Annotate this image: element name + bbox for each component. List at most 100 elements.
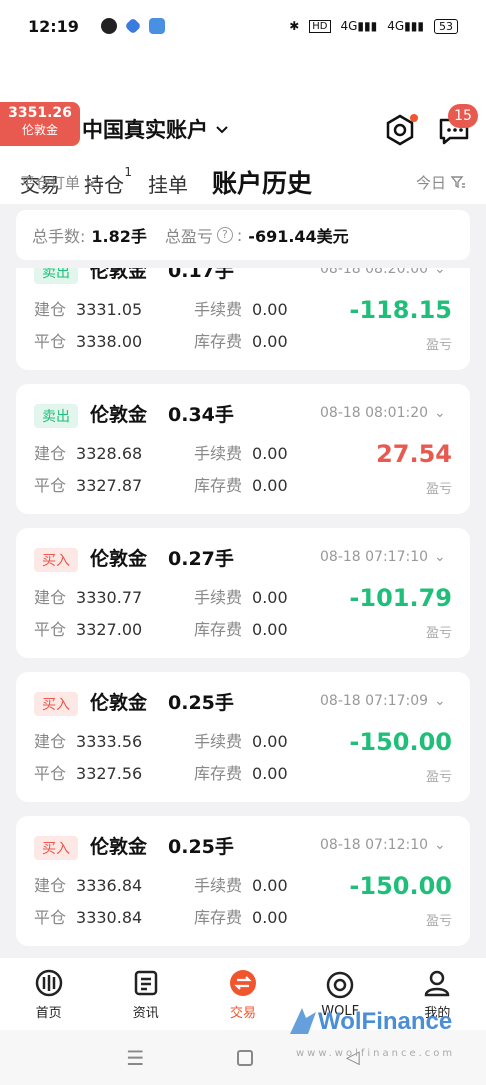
open-label: 建仓 bbox=[34, 444, 67, 463]
side-tag: 卖出 bbox=[34, 404, 78, 428]
order-symbol: 伦敦金 bbox=[90, 836, 148, 858]
commission-row: 手续费 0.00 bbox=[194, 728, 288, 752]
order-pnl: 27.54 bbox=[376, 440, 452, 468]
order-lots: 0.34手 bbox=[168, 404, 234, 426]
swap-row: 库存费 0.00 bbox=[194, 760, 288, 784]
order-card[interactable]: 买入 伦敦金 0.25手 08-18 07:17:09 ⌄ 建仓 3333.56 平… bbox=[16, 672, 470, 802]
order-time-toggle[interactable]: 08-18 07:12:10 ⌄ bbox=[320, 837, 446, 853]
app-icon bbox=[148, 18, 165, 34]
order-symbol: 伦敦金 bbox=[90, 404, 148, 426]
open-price: 3331.05 bbox=[76, 300, 143, 319]
open-label: 建仓 bbox=[34, 300, 67, 319]
home-icon bbox=[35, 969, 62, 996]
order-lots: 0.25手 bbox=[168, 692, 234, 714]
order-type-label: 平仓订单 bbox=[20, 173, 81, 192]
swap-value: 0.00 bbox=[252, 908, 288, 927]
swap-row: 库存费 0.00 bbox=[194, 904, 288, 928]
nav-home[interactable]: 首页 bbox=[0, 958, 97, 1030]
nav-label: 我的 bbox=[424, 1005, 451, 1021]
swap-label: 库存费 bbox=[194, 476, 243, 495]
wolf-icon bbox=[326, 971, 354, 998]
close-price-row: 平仓 3327.00 bbox=[34, 616, 142, 640]
open-price-row: 建仓 3333.56 bbox=[34, 728, 142, 752]
chevron-down-icon: ⌄ bbox=[434, 549, 446, 565]
side-tag: 买入 bbox=[34, 836, 78, 860]
side-tag: 买入 bbox=[34, 692, 78, 716]
order-card[interactable]: 卖出 伦敦金 0.17手 08-18 08:20:00 ⌄ 建仓 3331.05 平… bbox=[16, 268, 470, 370]
order-card[interactable]: 买入 伦敦金 0.27手 08-18 07:17:10 ⌄ 建仓 3330.77 平… bbox=[16, 528, 470, 658]
order-time-toggle[interactable]: 08-18 08:20:00 ⌄ bbox=[320, 268, 446, 277]
open-label: 建仓 bbox=[34, 732, 67, 751]
order-pnl: -150.00 bbox=[349, 872, 452, 900]
close-price: 3330.84 bbox=[76, 908, 143, 927]
close-label: 平仓 bbox=[34, 332, 67, 351]
home-square-icon[interactable] bbox=[237, 1049, 254, 1066]
swap-label: 库存费 bbox=[194, 764, 243, 783]
order-symbol: 伦敦金 bbox=[90, 268, 148, 282]
order-card[interactable]: 买入 伦敦金 0.25手 08-18 07:12:10 ⌄ 建仓 3336.84 平… bbox=[16, 816, 470, 946]
app-icon bbox=[124, 17, 142, 35]
status-app-icons bbox=[100, 17, 165, 35]
nav-trade[interactable]: 交易 bbox=[194, 958, 291, 1030]
swap-value: 0.00 bbox=[252, 764, 288, 783]
order-type-filter[interactable]: 平仓订单 bbox=[20, 172, 98, 193]
status-indicators: ✱ HD 4G▮▮▮ 4G▮▮▮ 53 bbox=[289, 18, 458, 34]
order-history-list[interactable]: 卖出 伦敦金 0.17手 08-18 08:20:00 ⌄ 建仓 3331.05 平… bbox=[0, 268, 486, 948]
total-pnl-value: -691.44美元 bbox=[248, 227, 349, 246]
commission-value: 0.00 bbox=[252, 732, 288, 751]
bluetooth-icon: ✱ bbox=[289, 19, 300, 33]
open-price: 3336.84 bbox=[76, 876, 143, 895]
pnl-label: 盈亏 bbox=[425, 626, 452, 641]
swap-label: 库存费 bbox=[194, 332, 243, 351]
nav-label: 交易 bbox=[230, 1005, 257, 1021]
order-time: 08-18 07:17:09 bbox=[320, 693, 429, 709]
total-lots-value: 1.82手 bbox=[91, 227, 147, 246]
settings-button[interactable] bbox=[382, 112, 418, 148]
open-price-row: 建仓 3331.05 bbox=[34, 296, 142, 320]
floating-price-badge[interactable]: 3351.26 伦敦金 bbox=[0, 102, 80, 146]
order-lots: 0.17手 bbox=[168, 268, 234, 282]
commission-value: 0.00 bbox=[252, 300, 288, 319]
side-tag: 买入 bbox=[34, 548, 78, 572]
swap-row: 库存费 0.00 bbox=[194, 616, 288, 640]
date-filter-label: 今日 bbox=[415, 173, 446, 192]
order-time-toggle[interactable]: 08-18 07:17:10 ⌄ bbox=[320, 549, 446, 565]
nav-label: 首页 bbox=[35, 1005, 62, 1021]
commission-row: 手续费 0.00 bbox=[194, 296, 288, 320]
swap-row: 库存费 0.00 bbox=[194, 328, 288, 352]
filter-row: 平仓订单 今日 bbox=[0, 160, 486, 204]
swap-value: 0.00 bbox=[252, 620, 288, 639]
signal-icon: 4G▮▮▮ bbox=[387, 19, 424, 33]
nav-wolf[interactable]: WOLF bbox=[292, 958, 389, 1030]
commission-value: 0.00 bbox=[252, 876, 288, 895]
chevron-down-icon: ⌄ bbox=[434, 268, 446, 277]
chevron-down-icon: ⌄ bbox=[434, 693, 446, 709]
nav-profile[interactable]: 我的 bbox=[389, 958, 486, 1030]
battery-icon: 53 bbox=[434, 18, 458, 34]
open-label: 建仓 bbox=[34, 876, 67, 895]
order-time-toggle[interactable]: 08-18 08:01:20 ⌄ bbox=[320, 405, 446, 421]
commission-label: 手续费 bbox=[194, 300, 243, 319]
commission-row: 手续费 0.00 bbox=[194, 440, 288, 464]
close-price: 3327.87 bbox=[76, 476, 143, 495]
close-label: 平仓 bbox=[34, 476, 67, 495]
price-badge-value: 3351.26 bbox=[8, 105, 72, 121]
menu-icon[interactable]: ☰ bbox=[126, 1046, 144, 1070]
open-price: 3330.77 bbox=[76, 588, 143, 607]
swap-row: 库存费 0.00 bbox=[194, 472, 288, 496]
status-time: 12:19 bbox=[28, 16, 79, 36]
pnl-label: 盈亏 bbox=[425, 338, 452, 353]
order-card[interactable]: 卖出 伦敦金 0.34手 08-18 08:01:20 ⌄ 建仓 3328.68 平… bbox=[16, 384, 470, 514]
nav-label: WOLF bbox=[321, 1003, 360, 1019]
date-filter[interactable]: 今日 bbox=[416, 172, 466, 193]
commission-label: 手续费 bbox=[194, 732, 243, 751]
order-pnl: -150.00 bbox=[349, 728, 452, 756]
commission-label: 手续费 bbox=[194, 444, 243, 463]
back-icon[interactable]: ◁ bbox=[346, 1047, 360, 1068]
nav-news[interactable]: 资讯 bbox=[97, 958, 194, 1030]
account-selector[interactable]: 中国真实账户 bbox=[82, 114, 230, 144]
help-icon[interactable]: ? bbox=[216, 227, 233, 243]
order-lots: 0.25手 bbox=[168, 836, 234, 858]
order-time-toggle[interactable]: 08-18 07:17:09 ⌄ bbox=[320, 693, 446, 709]
chevron-down-icon bbox=[85, 179, 97, 187]
